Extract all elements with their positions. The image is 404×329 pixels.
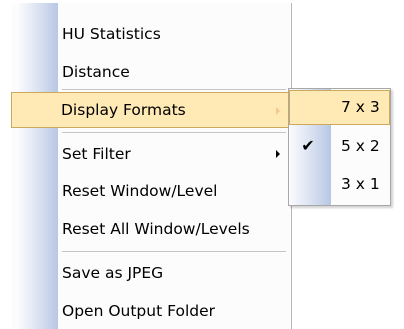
menu-item-label: Display Formats (61, 101, 186, 119)
menu-item-distance[interactable]: Distance (12, 54, 291, 90)
menu-item-save-as-jpeg[interactable]: Save as JPEG (12, 255, 291, 291)
menu-item-label: HU Statistics (62, 25, 161, 43)
submenu-item-3x1[interactable]: 3 x 1 (289, 167, 390, 202)
display-formats-submenu: 7 x 3 ✔ 5 x 2 3 x 1 (288, 88, 391, 206)
menu-item-hu-statistics[interactable]: HU Statistics (12, 16, 291, 52)
menu-item-open-output-folder[interactable]: Open Output Folder (12, 293, 291, 329)
menu-item-reset-all-window-levels[interactable]: Reset All Window/Levels (12, 211, 291, 247)
menu-item-label: Distance (62, 63, 130, 81)
submenu-arrow-icon (276, 107, 280, 115)
submenu-item-label: 7 x 3 (341, 98, 380, 116)
context-menu: HU Statistics Distance Display Formats S… (11, 3, 300, 329)
menu-separator (62, 132, 286, 134)
menu-item-label: Set Filter (62, 145, 131, 163)
submenu-item-7x3[interactable]: 7 x 3 (289, 90, 390, 125)
menu-item-label: Reset Window/Level (62, 182, 218, 200)
menu-item-set-filter[interactable]: Set Filter (12, 136, 291, 172)
menu-separator (62, 89, 286, 91)
menu-item-label: Save as JPEG (62, 264, 164, 282)
menu-item-label: Reset All Window/Levels (62, 220, 250, 238)
menu-separator (62, 251, 286, 253)
submenu-item-5x2[interactable]: ✔ 5 x 2 (289, 129, 390, 164)
menu-item-label: Open Output Folder (62, 302, 215, 320)
submenu-item-label: 3 x 1 (341, 175, 380, 193)
submenu-arrow-icon (276, 150, 280, 158)
checkmark-icon: ✔ (301, 136, 315, 155)
submenu-item-label: 5 x 2 (341, 137, 380, 155)
menu-item-display-formats[interactable]: Display Formats (11, 92, 300, 128)
menu-item-reset-window-level[interactable]: Reset Window/Level (12, 173, 291, 209)
